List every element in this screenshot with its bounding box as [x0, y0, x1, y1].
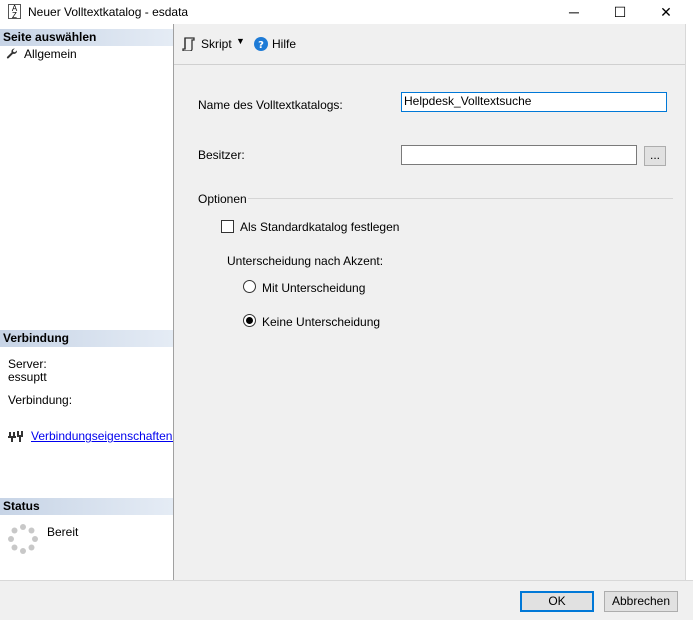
dialog-footer: OK Abbrechen — [0, 580, 693, 620]
owner-input[interactable] — [401, 145, 637, 165]
main-panel: Skript ▼ ? Hilfe Name des Volltextkatalo… — [174, 24, 685, 580]
browse-owner-button[interactable]: ... — [644, 146, 666, 166]
script-label: Skript — [201, 37, 232, 51]
ok-button[interactable]: OK — [520, 591, 594, 612]
accent-sensitive-radio[interactable] — [243, 280, 256, 293]
server-value: essuptt — [8, 370, 47, 384]
catalog-name-label: Name des Volltextkatalogs: — [198, 98, 343, 112]
page-item-label: Allgemein — [24, 47, 77, 61]
accent-sensitivity-label: Unterscheidung nach Akzent: — [227, 254, 384, 268]
help-label: Hilfe — [272, 37, 297, 51]
select-page-header: Seite auswählen — [0, 29, 173, 46]
script-button[interactable]: Skript ▼ — [180, 36, 248, 54]
connection-properties-link[interactable]: Verbindungseigenschaften anzeigen — [31, 429, 173, 443]
maximize-button[interactable]: ☐ — [597, 0, 643, 24]
toolbar: Skript ▼ ? Hilfe — [174, 24, 685, 65]
catalog-icon: A Z — [8, 4, 21, 20]
help-button[interactable]: ? Hilfe — [252, 36, 302, 54]
close-button[interactable]: ✕ — [643, 0, 689, 24]
svg-text:?: ? — [258, 40, 264, 51]
default-catalog-checkbox[interactable] — [221, 220, 234, 233]
page-item-general[interactable]: Allgemein — [4, 46, 172, 62]
status-header: Status — [0, 498, 173, 515]
owner-label: Besitzer: — [198, 148, 245, 162]
options-group-label: Optionen — [198, 192, 247, 206]
default-catalog-label: Als Standardkatalog festlegen — [240, 220, 400, 234]
right-edge-strip — [685, 24, 693, 580]
help-icon: ? — [254, 37, 268, 51]
accent-insensitive-radio[interactable] — [243, 314, 256, 327]
accent-insensitive-label: Keine Unterscheidung — [262, 315, 381, 329]
status-text: Bereit — [47, 525, 79, 539]
cancel-button[interactable]: Abbrechen — [604, 591, 678, 612]
server-label: Server: — [8, 357, 47, 371]
connection-plug-icon — [8, 431, 23, 442]
minimize-button[interactable]: ─ — [551, 0, 597, 24]
wrench-icon — [6, 48, 17, 59]
connection-header: Verbindung — [0, 330, 173, 347]
catalog-name-input[interactable]: Helpdesk_Volltextsuche — [401, 92, 667, 112]
title-bar: A Z Neuer Volltextkatalog - esdata ─ ☐ ✕ — [0, 0, 693, 24]
window-title: Neuer Volltextkatalog - esdata — [28, 5, 188, 19]
progress-spinner-icon — [8, 524, 38, 554]
chevron-down-icon[interactable]: ▼ — [236, 36, 245, 46]
accent-sensitive-label: Mit Unterscheidung — [262, 281, 366, 295]
connection-label: Verbindung: — [8, 393, 73, 407]
left-panel: Seite auswählen Allgemein Verbindung Ser… — [0, 24, 174, 580]
script-icon — [182, 37, 195, 51]
options-divider — [248, 198, 673, 199]
